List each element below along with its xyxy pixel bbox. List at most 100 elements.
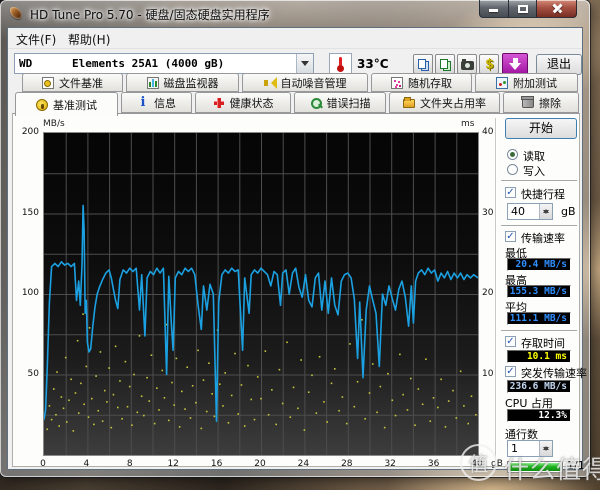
transfer-rate-checkbox[interactable]: ✓ [505, 231, 516, 242]
maximize-icon [518, 5, 528, 13]
tick-label: 8 [126, 459, 133, 469]
temperature-indicator [329, 53, 352, 74]
tick-label: 20 [254, 459, 266, 469]
folder-icon [403, 97, 415, 108]
trash-icon [521, 96, 534, 108]
short-stroke-value-spinner[interactable]: 40 [507, 203, 553, 220]
chevron-down-icon[interactable] [296, 54, 313, 73]
tab-info[interactable]: 信息 [121, 92, 192, 113]
tick-label: 40 [482, 127, 494, 137]
benchmark-page: MB/s ms 200 150 100 50 40 30 20 10 0 4 8 12 16 20 24… [12, 113, 587, 473]
radio-read-label[interactable]: 读取 [523, 148, 545, 164]
speaker-icon [263, 76, 277, 89]
transfer-rate-label: 传输速率 [521, 232, 565, 245]
close-button[interactable] [536, 0, 577, 18]
tick-label: 20 [482, 288, 494, 298]
access-time-checkbox[interactable]: ✓ [505, 336, 516, 347]
random-access-icon [391, 76, 403, 89]
radio-write[interactable] [507, 164, 518, 175]
tick-label: 16 [210, 459, 223, 469]
tick-label: 10 [482, 368, 494, 379]
benchmark-plot [43, 132, 479, 456]
burst-rate-value: 236.6 MB/s [507, 380, 571, 393]
app-icon [10, 7, 22, 19]
thermometer-icon [337, 57, 344, 72]
close-icon [552, 3, 563, 14]
tab-health[interactable]: 健康状态 [195, 92, 291, 113]
tab-disk-monitor[interactable]: 磁盘监视器 [126, 73, 239, 92]
exit-button[interactable]: 退出 [536, 54, 582, 75]
tick-label: 200 [21, 127, 39, 137]
min-value: 20.4 MB/s [507, 258, 571, 271]
file-benchmark-icon [42, 76, 54, 89]
tab-row-secondary: 文件基准 磁盘监视器 自动噪音管理 随机存取 附加测试 [22, 73, 578, 92]
window-title: HD Tune Pro 5.70 - 硬盘/固态硬盘实用程序 [30, 8, 270, 22]
tab-folder-usage[interactable]: 文件夹占用率 [389, 92, 500, 113]
disk-monitor-icon [146, 76, 159, 89]
tick-label: 150 [21, 207, 39, 218]
radio-write-label[interactable]: 写入 [523, 163, 545, 179]
tab-error-scan[interactable]: 错误扫描 [294, 92, 386, 113]
separator [501, 225, 577, 227]
tick-label: 0 [40, 459, 46, 469]
tick-label: 12 [167, 459, 179, 469]
spinner-arrows-icon[interactable] [539, 204, 552, 219]
client-area: 文件(F) 帮助(H) WD Elements 25A1 (4000 gB) 3… [7, 27, 587, 473]
copy-report-button[interactable] [413, 54, 433, 74]
tab-benchmark[interactable]: 基准测试 [15, 92, 118, 116]
extra-tests-icon [496, 76, 508, 89]
title-bar[interactable]: HD Tune Pro 5.70 - 硬盘/固态硬盘实用程序 [0, 0, 590, 27]
caption-buttons [479, 0, 577, 18]
copy-image-icon [440, 59, 448, 69]
temperature-value: 33°C [357, 57, 389, 71]
cpu-usage-value: 12.3% [507, 409, 571, 422]
tick-label: 24 [297, 459, 310, 469]
menu-help[interactable]: 帮助(H) [68, 31, 110, 48]
screenshot-button[interactable] [457, 54, 477, 74]
update-button[interactable] [502, 53, 528, 75]
avg-value: 111.1 MB/s [507, 312, 571, 325]
magnifier-icon [310, 97, 322, 109]
burst-rate-label: 突发传输速率 [521, 367, 587, 380]
panel-divider [495, 118, 496, 464]
tab-extra-tests[interactable]: 附加测试 [475, 73, 578, 92]
health-cross-icon [213, 97, 225, 109]
tab-random-access[interactable]: 随机存取 [371, 73, 472, 92]
tick-label: 50 [27, 368, 39, 379]
start-button[interactable]: 开始 [505, 118, 577, 139]
access-time-value: 10.1 ms [507, 350, 571, 363]
benchmark-icon [36, 98, 48, 111]
separator [501, 330, 577, 332]
camera-icon [461, 59, 474, 70]
short-stroke-unit: gB [561, 205, 576, 218]
drive-selector[interactable]: WD Elements 25A1 (4000 gB) [14, 53, 314, 74]
donate-button[interactable] [479, 54, 499, 74]
tick-label: 4 [83, 459, 90, 469]
tab-aam[interactable]: 自动噪音管理 [242, 73, 368, 92]
tick-label: 100 [21, 288, 39, 298]
copy-image-button[interactable] [435, 54, 455, 74]
minimize-icon [489, 9, 498, 12]
minimize-button[interactable] [479, 0, 508, 18]
tick-label: 32 [384, 459, 396, 469]
menu-file[interactable]: 文件(F) [16, 31, 56, 48]
radio-read[interactable] [507, 149, 518, 160]
copy-report-icon [418, 59, 426, 69]
tab-file-benchmark[interactable]: 文件基准 [22, 73, 123, 92]
watermark-badge: 值 [460, 444, 497, 481]
short-stroke-checkbox[interactable]: ✓ [505, 187, 516, 198]
desktop: { "window": { "title": "HD Tune Pro 5.70… [0, 0, 600, 490]
watermark-text: 什么值得买 [504, 455, 600, 484]
tick-label: 30 [482, 207, 494, 218]
tab-erase[interactable]: 擦除 [503, 92, 579, 113]
maximize-button[interactable] [508, 0, 536, 18]
burst-rate-checkbox[interactable]: ✓ [505, 366, 516, 377]
info-icon [137, 95, 149, 110]
menu-bar: 文件(F) 帮助(H) [8, 28, 582, 49]
short-stroke-label: 快捷行程 [521, 188, 565, 201]
app-window: HD Tune Pro 5.70 - 硬盘/固态硬盘实用程序 文件(F) 帮助(… [0, 0, 590, 477]
plot-canvas [43, 133, 479, 455]
drive-selector-value: WD Elements 25A1 (4000 gB) [19, 57, 225, 70]
access-time-label: 存取时间 [521, 337, 565, 350]
max-value: 155.3 MB/s [507, 285, 571, 298]
